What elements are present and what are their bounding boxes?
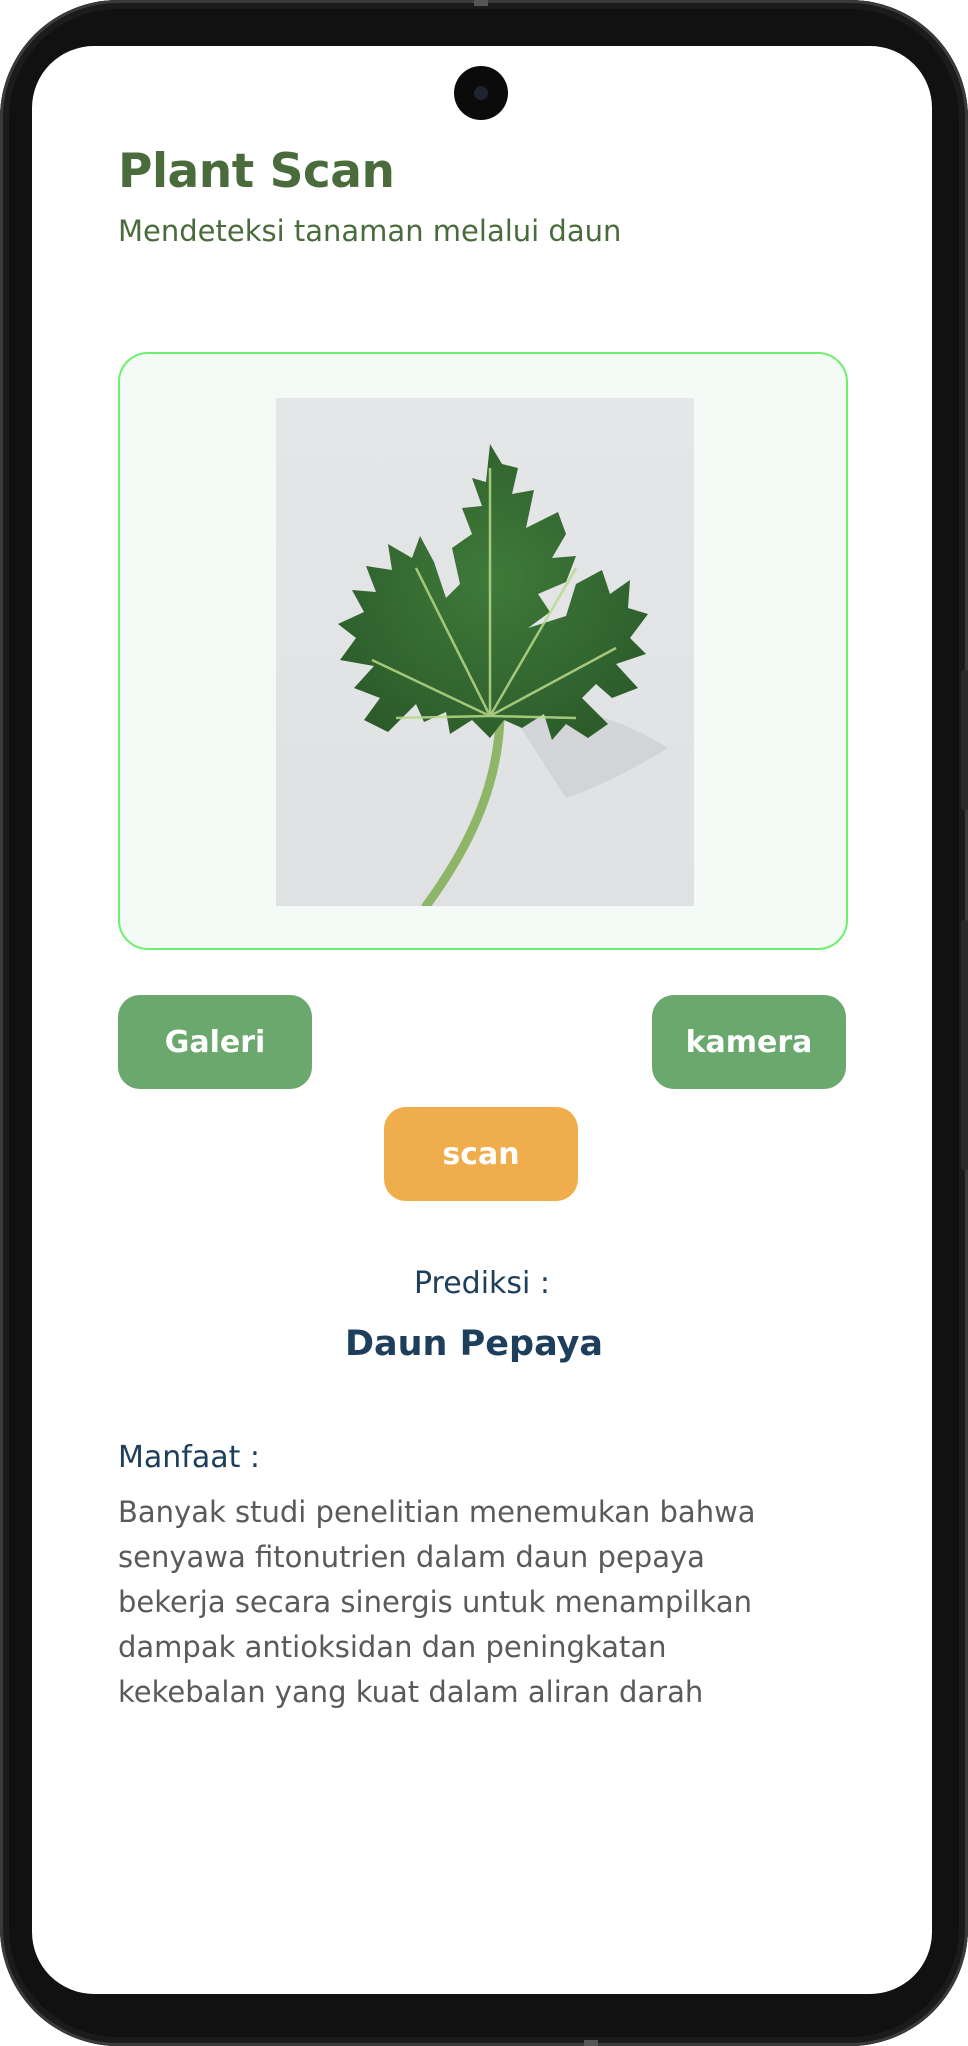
antenna-line (474, 0, 488, 6)
camera-button[interactable]: kamera (652, 995, 846, 1089)
prediction-value: Daun Pepaya (344, 1324, 604, 1364)
benefit-label: Manfaat : (118, 1440, 261, 1475)
image-preview-card (118, 352, 848, 950)
app-screen: Plant Scan Mendeteksi tanaman melalui da… (32, 46, 932, 1994)
phone-frame: Plant Scan Mendeteksi tanaman melalui da… (0, 0, 968, 2046)
power-button (961, 670, 968, 810)
camera-lens (474, 86, 488, 100)
leaf-photo (276, 398, 694, 911)
prediction-label: Prediksi : (413, 1266, 551, 1301)
app-title: Plant Scan (118, 144, 395, 199)
scan-button[interactable]: scan (384, 1107, 578, 1201)
gallery-button[interactable]: Galeri (118, 995, 312, 1089)
app-subtitle: Mendeteksi tanaman melalui daun (118, 214, 622, 248)
front-camera (454, 66, 508, 120)
antenna-line (584, 2040, 598, 2046)
volume-button (961, 920, 968, 1170)
papaya-leaf-image (338, 444, 668, 911)
benefit-text: Banyak studi penelitian menemukan bahwa … (118, 1495, 756, 1709)
